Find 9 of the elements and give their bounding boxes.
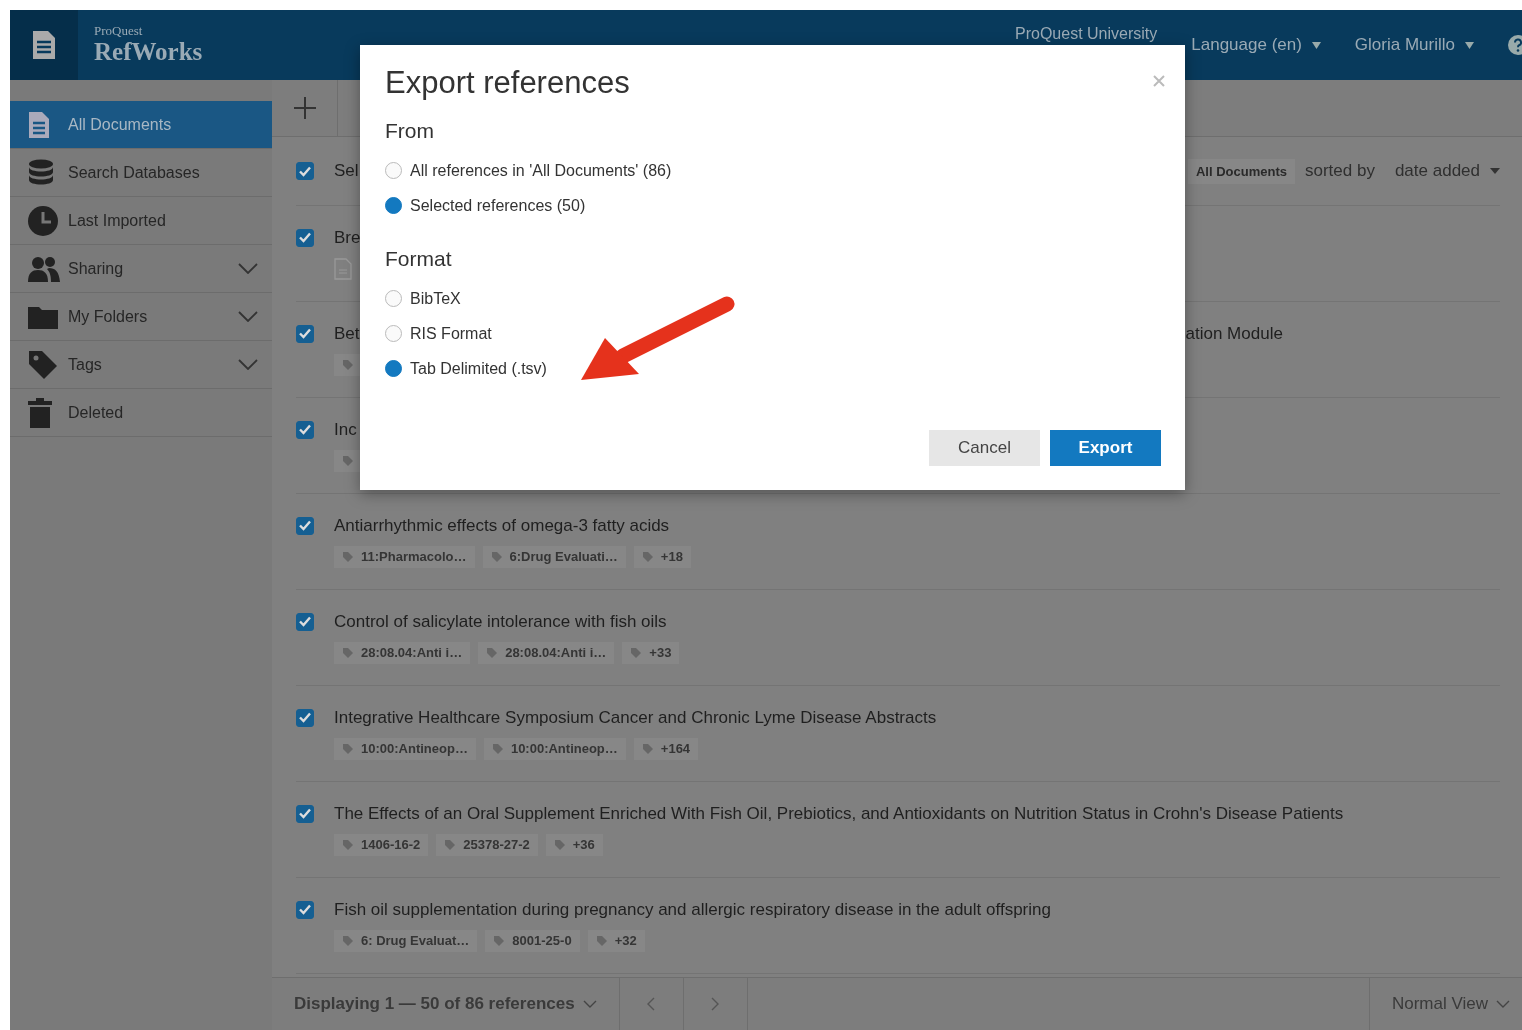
brand-name: RefWorks	[94, 38, 203, 66]
select-all-label: Sel	[334, 161, 359, 181]
sort-label: sorted by	[1304, 161, 1375, 181]
section-heading: From	[385, 119, 435, 143]
section-heading: Format	[385, 247, 453, 271]
dialog-title: Export references	[385, 65, 630, 101]
collection-badge: All Documents	[1187, 158, 1295, 184]
brand-subtitle: ProQuest	[94, 24, 144, 38]
institution-name: ProQuest University	[1015, 25, 1158, 43]
